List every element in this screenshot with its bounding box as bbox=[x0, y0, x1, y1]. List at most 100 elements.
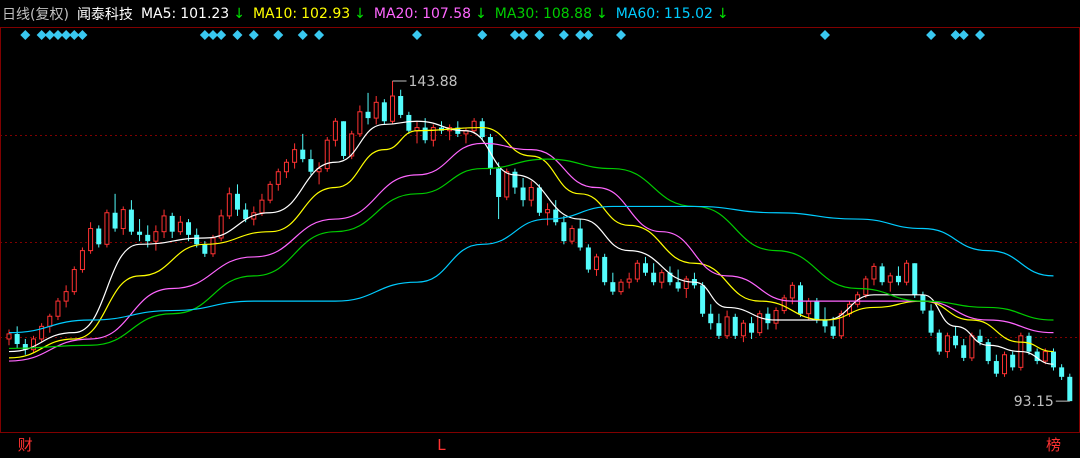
candle-body bbox=[863, 278, 869, 296]
candle-body bbox=[177, 221, 183, 233]
candle-body bbox=[1050, 351, 1056, 368]
candle-body bbox=[814, 301, 820, 321]
event-marker-icon bbox=[534, 30, 545, 40]
candle-body bbox=[381, 102, 387, 122]
candle-body bbox=[545, 209, 551, 214]
candle-body bbox=[953, 335, 959, 346]
event-marker-icon bbox=[297, 30, 308, 40]
event-marker-icon bbox=[616, 30, 626, 40]
candle-body bbox=[969, 335, 975, 359]
candle-body bbox=[71, 269, 77, 293]
candle-body bbox=[210, 237, 216, 255]
candle-body bbox=[659, 272, 665, 283]
candle-body bbox=[977, 335, 983, 343]
candle-body bbox=[234, 193, 240, 210]
event-marker-icon bbox=[583, 30, 594, 40]
candle-body bbox=[398, 96, 404, 115]
event-marker-icon bbox=[518, 30, 529, 40]
candle-body bbox=[496, 168, 502, 197]
event-tag: 榜 bbox=[1046, 436, 1061, 454]
candle-body bbox=[275, 171, 281, 185]
candle-body bbox=[749, 323, 755, 333]
candle-body bbox=[577, 228, 583, 248]
candle-body bbox=[96, 228, 102, 245]
candle-body bbox=[520, 187, 526, 201]
candle-body bbox=[798, 285, 804, 314]
candle-body bbox=[283, 161, 289, 173]
candle-body bbox=[332, 120, 338, 141]
candle-body bbox=[708, 313, 714, 324]
candle-body bbox=[993, 361, 999, 374]
candle-body bbox=[936, 332, 942, 352]
event-marker-icon bbox=[975, 30, 986, 40]
candle-body bbox=[161, 215, 167, 233]
candle-body bbox=[765, 313, 771, 324]
candle-body bbox=[479, 121, 485, 138]
candle-body bbox=[634, 262, 640, 280]
event-marker-icon bbox=[248, 30, 259, 40]
candle-body bbox=[169, 215, 175, 232]
event-marker-icon bbox=[477, 30, 488, 40]
candle-body bbox=[504, 171, 510, 198]
candle-body bbox=[822, 320, 828, 327]
candle-body bbox=[1010, 354, 1016, 368]
low-price-label: 93.15 bbox=[1014, 394, 1054, 410]
candle-body bbox=[267, 183, 273, 201]
candle-body bbox=[806, 300, 812, 315]
candle-body bbox=[202, 244, 208, 254]
candle-body bbox=[561, 222, 567, 242]
candle-body bbox=[651, 272, 657, 283]
candle-body bbox=[128, 209, 134, 232]
candle-body bbox=[300, 149, 306, 160]
candle-body bbox=[88, 228, 94, 252]
candle-body bbox=[618, 281, 624, 293]
candle-body bbox=[512, 171, 518, 188]
event-tag: L bbox=[437, 436, 446, 454]
event-marker-icon bbox=[558, 30, 569, 40]
candle-body bbox=[357, 111, 363, 135]
candle-body bbox=[104, 212, 110, 245]
candle-body bbox=[390, 95, 396, 122]
candle-body bbox=[928, 310, 934, 333]
candle-body bbox=[243, 209, 249, 220]
candle-body bbox=[536, 187, 542, 213]
candle-body bbox=[585, 247, 591, 270]
candle-body bbox=[602, 256, 608, 283]
candle-body bbox=[610, 282, 616, 292]
event-marker-icon bbox=[412, 30, 422, 40]
candle-body bbox=[961, 345, 967, 358]
candle-body bbox=[112, 212, 118, 229]
candle-body bbox=[79, 250, 85, 271]
candle-body bbox=[642, 263, 648, 273]
candle-body bbox=[6, 333, 12, 340]
candle-body bbox=[773, 310, 779, 324]
candle-body bbox=[920, 294, 926, 311]
event-tag: 财 bbox=[18, 436, 33, 454]
candle-body bbox=[944, 335, 950, 353]
candle-body bbox=[422, 127, 428, 141]
candlestick-chart[interactable]: 143.88 93.15 财 L 榜 bbox=[0, 0, 1080, 458]
event-marker-icon bbox=[273, 30, 284, 40]
candle-body bbox=[895, 275, 901, 283]
candle-body bbox=[430, 127, 436, 141]
candle-body bbox=[724, 316, 730, 337]
event-marker-icon bbox=[958, 30, 969, 40]
candle-body bbox=[120, 209, 126, 230]
event-marker-icon bbox=[820, 30, 830, 40]
candle-body bbox=[871, 265, 877, 280]
candle-body bbox=[626, 278, 632, 283]
candle-body bbox=[47, 315, 53, 327]
candle-body bbox=[153, 231, 159, 242]
candle-body bbox=[365, 111, 371, 119]
event-marker-icon bbox=[926, 30, 937, 40]
candle-body bbox=[63, 291, 69, 302]
candle-body bbox=[904, 262, 910, 283]
candle-body bbox=[308, 159, 314, 172]
candle-body bbox=[194, 234, 200, 245]
event-marker-icon bbox=[314, 30, 325, 40]
high-price-label: 143.88 bbox=[409, 74, 458, 90]
candle-body bbox=[700, 285, 706, 314]
candle-body bbox=[1067, 376, 1073, 402]
candle-body bbox=[569, 228, 575, 242]
event-marker-icon bbox=[232, 30, 243, 40]
